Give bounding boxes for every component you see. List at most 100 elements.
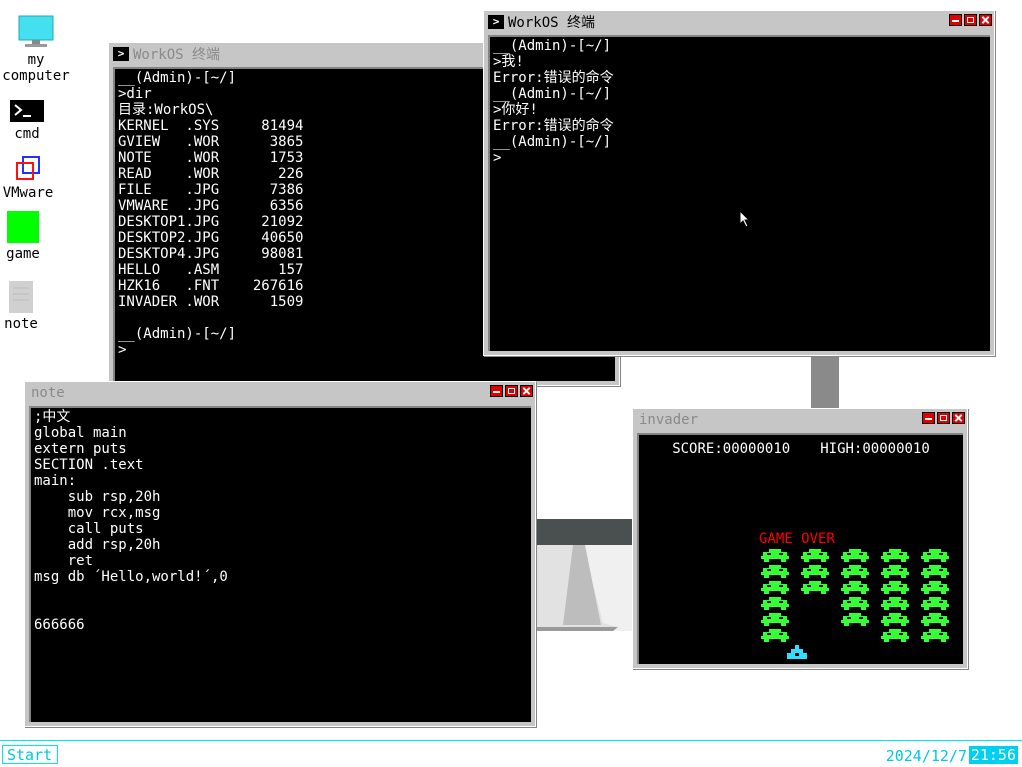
terminal-text: __(Admin)-[~/] >我! Error:错误的命令 __(Admin)-[~… [490, 37, 990, 167]
minimize-icon[interactable] [949, 14, 962, 26]
taskbar-date: 2024/12/7 [885, 747, 967, 765]
desktop-icon-label: cmd [14, 126, 40, 142]
terminal-icon: > [113, 47, 129, 61]
minimize-icon[interactable] [922, 412, 935, 424]
close-icon[interactable] [952, 412, 965, 424]
close-icon[interactable] [520, 385, 533, 397]
window-title: note [31, 385, 65, 401]
alien-invader [801, 581, 829, 595]
wallpaper-monitor-bar [533, 519, 633, 545]
alien-invader [881, 581, 909, 595]
wallpaper-monitor-base [533, 545, 633, 631]
alien-invader [761, 565, 789, 579]
desktop-icon-vmware[interactable]: VMware [0, 155, 68, 201]
terminal-output[interactable]: __(Admin)-[~/] >我! Error:错误的命令 __(Admin)-[~… [488, 35, 990, 351]
window-titlebar[interactable]: invader [635, 411, 965, 429]
desktop-icon-my-computer[interactable]: my computer [0, 14, 76, 84]
note-icon [9, 281, 33, 313]
alien-invader [881, 549, 909, 563]
note-line: add rsp,20h [34, 537, 161, 553]
note-line [34, 601, 528, 617]
desktop-icon-note[interactable]: note [0, 280, 61, 332]
note-line: ret [34, 553, 94, 569]
note-line: sub rsp,20h [34, 489, 161, 505]
terminal-line: __(Admin)-[~/] [493, 86, 612, 102]
desktop-icon-label: game [6, 246, 40, 262]
note-line: msg db ´Hello,world!´,0 [34, 569, 228, 585]
alien-invader [841, 549, 869, 563]
alien-invader [881, 613, 909, 627]
terminal-line: >你好! [493, 102, 538, 118]
note-line: call puts [34, 521, 144, 537]
alien-invader [761, 597, 789, 611]
taskbar: Start 2024/12/7 21:56 [0, 740, 1022, 767]
alien-invader [801, 565, 829, 579]
alien-invader [921, 549, 949, 563]
alien-invader [841, 565, 869, 579]
monitor-icon [18, 15, 54, 47]
note-line: global main [34, 425, 127, 441]
alien-invader [761, 629, 789, 643]
high-score-label: HIGH:00000010 [820, 441, 930, 457]
mouse-cursor-icon [739, 210, 751, 228]
note-line: extern puts [34, 441, 127, 457]
player-ship-icon [787, 645, 807, 659]
alien-invader [761, 581, 789, 595]
note-line: SECTION .text [34, 457, 144, 473]
note-window[interactable]: note ;中文 global main extern puts SECTION .t… [24, 381, 536, 727]
alien-invader [921, 613, 949, 627]
terminal-line: __(Admin)-[~/] [493, 38, 612, 54]
desktop-icon-label: VMware [2, 185, 54, 201]
note-line [34, 585, 528, 601]
terminal-line: __(Admin)-[~/] [493, 134, 612, 150]
terminal-icon: > [488, 15, 504, 29]
window-title: WorkOS 终端 [508, 15, 596, 31]
taskbar-clock: 21:56 [968, 746, 1018, 764]
window-controls [490, 385, 533, 397]
maximize-icon[interactable] [505, 385, 518, 397]
alien-invader [761, 613, 789, 627]
window-titlebar[interactable]: > WorkOS 终端 [486, 13, 992, 31]
note-line: ;中文 [34, 409, 71, 425]
window-controls [949, 14, 992, 26]
desktop-icon-game[interactable]: game [0, 210, 63, 262]
terminal-window-right[interactable]: > WorkOS 终端 __(Admin)-[~/] >我! Error:错误的命令… [483, 10, 995, 356]
alien-invader [881, 629, 909, 643]
maximize-icon[interactable] [937, 412, 950, 424]
maximize-icon[interactable] [964, 14, 977, 26]
alien-invader [881, 565, 909, 579]
alien-invader [841, 581, 869, 595]
window-title: WorkOS 终端 [133, 47, 221, 63]
desktop-icon-label: my computer [2, 52, 70, 84]
desktop-icon-cmd[interactable]: cmd [0, 98, 67, 142]
close-icon[interactable] [979, 14, 992, 26]
game-icon [7, 211, 39, 243]
window-controls [922, 412, 965, 424]
start-button[interactable]: Start [2, 745, 58, 764]
minimize-icon[interactable] [490, 385, 503, 397]
window-titlebar[interactable]: note [27, 384, 533, 402]
alien-invader [881, 597, 909, 611]
note-line: main: [34, 473, 77, 489]
note-text: ;中文 global main extern puts SECTION .text ma… [31, 408, 531, 634]
alien-invader [841, 597, 869, 611]
terminal-line: Error:错误的命令 [493, 118, 614, 134]
alien-invader [921, 597, 949, 611]
score-label: SCORE:00000010 [672, 441, 791, 457]
alien-invader [921, 565, 949, 579]
wallpaper-monitor-stand [811, 352, 839, 410]
alien-invader [921, 581, 949, 595]
note-line: 666666 [34, 617, 85, 633]
alien-invader [921, 629, 949, 643]
note-line: mov rcx,msg [34, 505, 161, 521]
game-canvas[interactable]: SCORE:00000010 HIGH:00000010 GAME OVER [637, 433, 963, 664]
window-title: invader [639, 412, 699, 428]
alien-invader [761, 549, 789, 563]
note-editor[interactable]: ;中文 global main extern puts SECTION .text ma… [29, 406, 531, 722]
alien-invader [801, 549, 829, 563]
alien-invader [841, 613, 869, 627]
game-over-text: GAME OVER [759, 531, 835, 547]
invader-window[interactable]: invader SCORE:00000010 HIGH:00000010 GAM… [632, 408, 968, 669]
terminal-icon [10, 100, 44, 122]
desktop-icon-label: note [4, 316, 38, 332]
